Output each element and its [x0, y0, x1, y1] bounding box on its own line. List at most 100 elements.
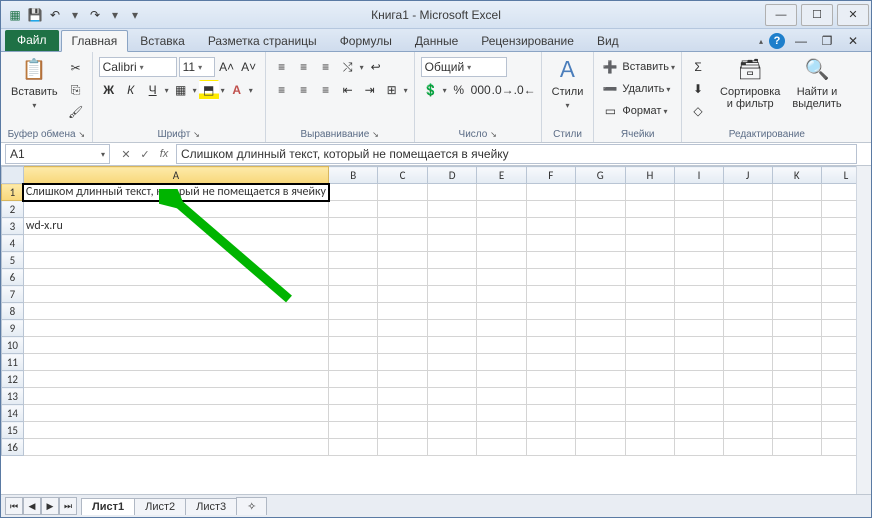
cell-F11[interactable] — [526, 354, 575, 371]
cell-C15[interactable] — [378, 422, 427, 439]
cell-G3[interactable] — [575, 218, 625, 235]
cell-H16[interactable] — [625, 439, 675, 456]
cell-K3[interactable] — [772, 218, 821, 235]
cell-K12[interactable] — [772, 371, 821, 388]
cell-E13[interactable] — [477, 388, 526, 405]
cell-A12[interactable] — [23, 371, 328, 388]
cell-E5[interactable] — [477, 252, 526, 269]
cell-C7[interactable] — [378, 286, 427, 303]
cell-G16[interactable] — [575, 439, 625, 456]
cell-E3[interactable] — [477, 218, 526, 235]
cell-E15[interactable] — [477, 422, 526, 439]
italic-icon[interactable]: К — [121, 80, 141, 100]
col-header-H[interactable]: H — [625, 167, 675, 184]
cell-I3[interactable] — [675, 218, 724, 235]
cell-G12[interactable] — [575, 371, 625, 388]
cell-D9[interactable] — [427, 320, 477, 337]
cell-H4[interactable] — [625, 235, 675, 252]
col-header-A[interactable]: A — [23, 167, 328, 184]
cell-K8[interactable] — [772, 303, 821, 320]
cell-H7[interactable] — [625, 286, 675, 303]
doc-close-icon[interactable]: ✕ — [843, 31, 863, 51]
align-bottom-icon[interactable]: ≡ — [316, 57, 336, 77]
cell-A7[interactable] — [23, 286, 328, 303]
align-middle-icon[interactable]: ≡ — [294, 57, 314, 77]
cell-K14[interactable] — [772, 405, 821, 422]
grow-font-icon[interactable]: A˄ — [217, 57, 237, 77]
cell-A5[interactable] — [23, 252, 328, 269]
currency-icon[interactable]: 💲 — [421, 80, 441, 100]
fill-color-icon[interactable]: ⬒ — [199, 80, 219, 100]
sheet-tab-new[interactable]: ✧ — [236, 497, 267, 515]
cell-H10[interactable] — [625, 337, 675, 354]
bold-icon[interactable]: Ж — [99, 80, 119, 100]
cell-H3[interactable] — [625, 218, 675, 235]
cell-A14[interactable] — [23, 405, 328, 422]
clear-icon[interactable]: ◇ — [688, 101, 708, 121]
cell-A10[interactable] — [23, 337, 328, 354]
cell-H13[interactable] — [625, 388, 675, 405]
cell-H2[interactable] — [625, 201, 675, 218]
cell-J5[interactable] — [723, 252, 772, 269]
row-header-3[interactable]: 3 — [2, 218, 24, 235]
cell-D2[interactable] — [427, 201, 477, 218]
cell-I14[interactable] — [675, 405, 724, 422]
row-header-10[interactable]: 10 — [2, 337, 24, 354]
cell-J8[interactable] — [723, 303, 772, 320]
cell-G13[interactable] — [575, 388, 625, 405]
col-header-J[interactable]: J — [723, 167, 772, 184]
cell-I15[interactable] — [675, 422, 724, 439]
underline-icon[interactable]: Ч — [143, 80, 163, 100]
cell-B8[interactable] — [329, 303, 378, 320]
cell-K9[interactable] — [772, 320, 821, 337]
cell-K11[interactable] — [772, 354, 821, 371]
cell-C8[interactable] — [378, 303, 427, 320]
doc-minimize-icon[interactable]: — — [791, 31, 811, 51]
cell-G9[interactable] — [575, 320, 625, 337]
cell-D6[interactable] — [427, 269, 477, 286]
cell-B11[interactable] — [329, 354, 378, 371]
border-icon[interactable]: ▦ — [171, 80, 191, 100]
col-header-E[interactable]: E — [477, 167, 526, 184]
increase-indent-icon[interactable]: ⇥ — [360, 80, 380, 100]
tab-page-layout[interactable]: Разметка страницы — [197, 30, 328, 51]
cell-H1[interactable] — [625, 184, 675, 201]
formula-enter-icon[interactable]: ✓ — [137, 148, 153, 161]
decrease-decimal-icon[interactable]: .0← — [515, 80, 535, 100]
vertical-scrollbar[interactable] — [856, 166, 871, 496]
row-header-16[interactable]: 16 — [2, 439, 24, 456]
row-header-9[interactable]: 9 — [2, 320, 24, 337]
undo-icon[interactable]: ↶ — [47, 7, 63, 23]
help-icon[interactable]: ? — [769, 33, 785, 49]
merge-icon[interactable]: ⊞ — [382, 80, 402, 100]
tab-home[interactable]: Главная — [61, 30, 129, 52]
cell-B4[interactable] — [329, 235, 378, 252]
insert-function-icon[interactable]: fx — [156, 148, 172, 160]
cell-G15[interactable] — [575, 422, 625, 439]
col-header-F[interactable]: F — [526, 167, 575, 184]
cell-H11[interactable] — [625, 354, 675, 371]
format-painter-icon[interactable]: 🖌 — [66, 102, 86, 122]
cell-E10[interactable] — [477, 337, 526, 354]
styles-button[interactable]: Ａ Стили ▾ — [548, 54, 588, 114]
tab-view[interactable]: Вид — [586, 30, 630, 51]
close-button[interactable]: ✕ — [837, 4, 869, 26]
cell-I10[interactable] — [675, 337, 724, 354]
cell-K15[interactable] — [772, 422, 821, 439]
cell-E7[interactable] — [477, 286, 526, 303]
find-select-button[interactable]: 🔍 Найти и выделить — [788, 54, 845, 112]
cell-F10[interactable] — [526, 337, 575, 354]
tab-formulas[interactable]: Формулы — [329, 30, 403, 51]
cell-D12[interactable] — [427, 371, 477, 388]
row-header-1[interactable]: 1 — [2, 184, 24, 201]
underline-dropdown-icon[interactable]: ▾ — [165, 86, 169, 95]
cell-E2[interactable] — [477, 201, 526, 218]
cell-C10[interactable] — [378, 337, 427, 354]
cell-F4[interactable] — [526, 235, 575, 252]
cell-E8[interactable] — [477, 303, 526, 320]
cell-F1[interactable] — [526, 184, 575, 201]
cell-B5[interactable] — [329, 252, 378, 269]
shrink-font-icon[interactable]: A˅ — [239, 57, 259, 77]
fontcolor-dropdown-icon[interactable]: ▾ — [249, 86, 253, 95]
cell-J10[interactable] — [723, 337, 772, 354]
